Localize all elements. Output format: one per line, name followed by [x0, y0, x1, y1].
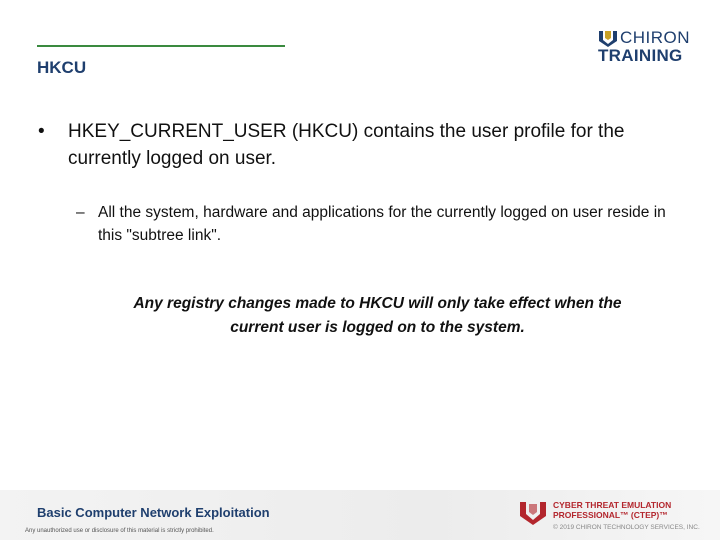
ctep-line-1: CYBER THREAT EMULATION: [553, 500, 672, 510]
ctep-line-2: PROFESSIONAL™ (CTEP)™: [553, 510, 668, 520]
bullet-level2: – All the system, hardware and applicati…: [76, 201, 676, 247]
logo-training-text: TRAINING: [598, 46, 683, 65]
footer-copyright: © 2019 CHIRON TECHNOLOGY SERVICES, INC.: [553, 524, 700, 531]
bullet-dash: –: [76, 204, 85, 221]
bullet-level1: • HKEY_CURRENT_USER (HKCU) contains the …: [38, 118, 688, 172]
ctep-program-name: CYBER THREAT EMULATION PROFESSIONAL™ (CT…: [553, 500, 671, 520]
title-accent-rule: [37, 45, 285, 47]
slide-title: HKCU: [37, 58, 87, 77]
bullet-dot: •: [38, 121, 45, 142]
ctep-badge-icon: [520, 502, 546, 525]
emphasis-line-2: current user is logged on to the system.: [230, 319, 525, 336]
bullet-level1-text: HKEY_CURRENT_USER (HKCU) contains the us…: [68, 121, 625, 169]
footer-legal-notice: Any unauthorized use or disclosure of th…: [25, 528, 214, 534]
chiron-training-logo: CHIRON TRAINING: [598, 28, 698, 68]
logo-chiron-text: CHIRON: [620, 28, 691, 47]
chiron-shield-icon: [599, 31, 617, 47]
emphasis-line-1: Any registry changes made to HKCU will o…: [133, 295, 622, 312]
bullet-level2-text: All the system, hardware and application…: [98, 204, 666, 244]
footer-course-title: Basic Computer Network Exploitation: [37, 505, 270, 520]
emphasis-note: Any registry changes made to HKCU will o…: [80, 292, 675, 340]
